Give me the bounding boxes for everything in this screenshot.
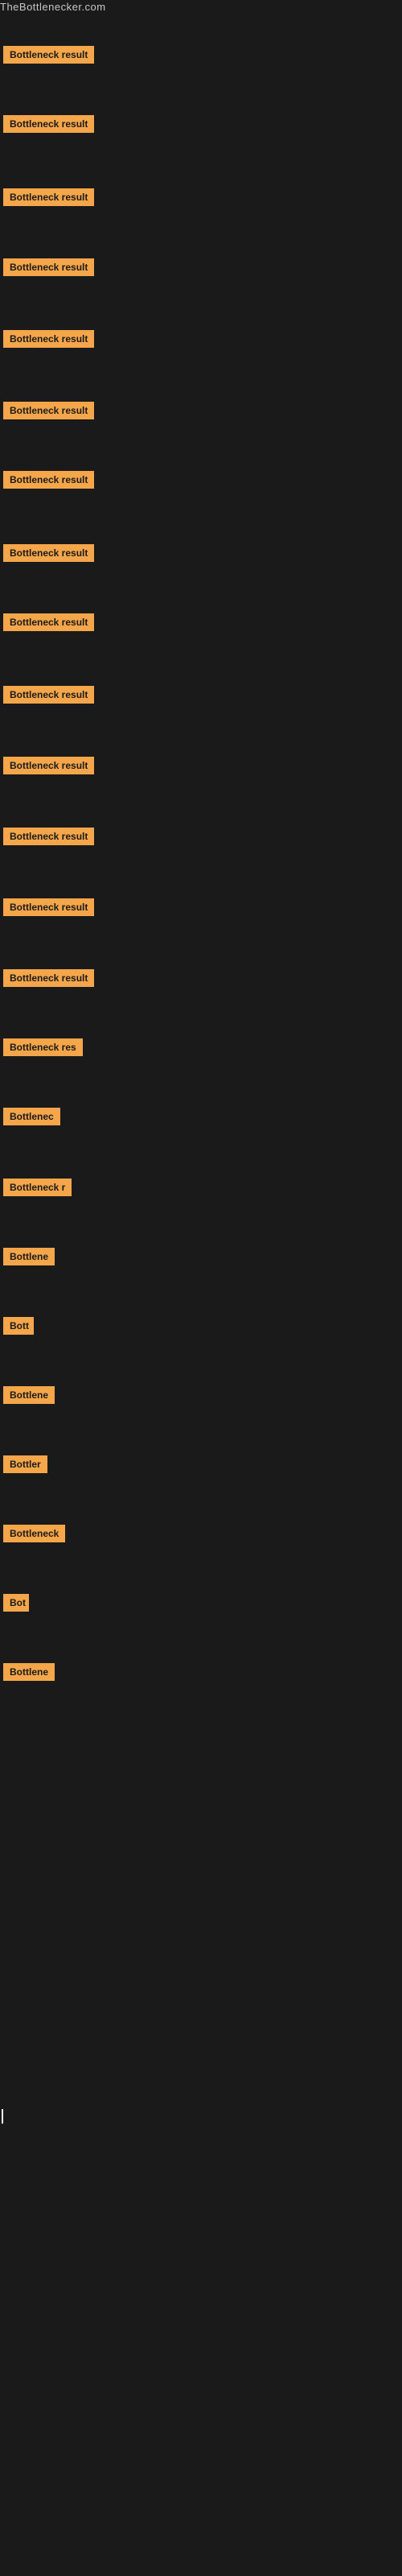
bottleneck-row: Bottleneck result: [0, 402, 94, 423]
bottleneck-row: Bott: [0, 1317, 34, 1339]
bottleneck-row: Bottleneck result: [0, 898, 94, 920]
bottleneck-label[interactable]: Bott: [3, 1317, 34, 1335]
bottleneck-label[interactable]: Bottleneck res: [3, 1038, 83, 1056]
bottleneck-label[interactable]: Bottleneck: [3, 1525, 65, 1542]
bottleneck-label[interactable]: Bottleneck result: [3, 402, 94, 419]
bottleneck-label[interactable]: Bottleneck result: [3, 828, 94, 845]
bottleneck-label[interactable]: Bottleneck result: [3, 686, 94, 704]
bottleneck-label[interactable]: Bottleneck result: [3, 613, 94, 631]
bottleneck-label[interactable]: Bottleneck result: [3, 544, 94, 562]
bottleneck-row: Bottleneck result: [0, 258, 94, 280]
bottleneck-label[interactable]: Bottleneck result: [3, 258, 94, 276]
bottleneck-row: Bottlene: [0, 1663, 55, 1685]
bottleneck-row: Bottleneck result: [0, 613, 94, 635]
bottleneck-row: Bottleneck result: [0, 115, 94, 137]
bottleneck-label[interactable]: Bottleneck r: [3, 1179, 72, 1196]
bottleneck-label[interactable]: Bottleneck result: [3, 188, 94, 206]
bottleneck-row: Bottleneck result: [0, 188, 94, 210]
bottleneck-label[interactable]: Bottleneck result: [3, 46, 94, 64]
bottleneck-row: Bottleneck r: [0, 1179, 72, 1200]
bottleneck-label[interactable]: Bottleneck result: [3, 898, 94, 916]
bottleneck-label[interactable]: Bottlenec: [3, 1108, 60, 1125]
bottleneck-label[interactable]: Bot: [3, 1594, 29, 1612]
site-header: TheBottlenecker.com: [0, 0, 402, 14]
bottleneck-label[interactable]: Bottleneck result: [3, 330, 94, 348]
bottleneck-row: Bottleneck result: [0, 46, 94, 68]
bottleneck-label[interactable]: Bottlene: [3, 1386, 55, 1404]
bottleneck-row: Bottleneck result: [0, 828, 94, 849]
bottleneck-row: Bottlene: [0, 1386, 55, 1408]
bottleneck-row: Bottleneck result: [0, 544, 94, 566]
bottleneck-row: Bottleneck result: [0, 969, 94, 991]
bottleneck-row: Bottleneck: [0, 1525, 65, 1546]
bottleneck-row: Bottler: [0, 1455, 47, 1477]
bottleneck-label[interactable]: Bottler: [3, 1455, 47, 1473]
bottleneck-label[interactable]: Bottleneck result: [3, 115, 94, 133]
bottleneck-label[interactable]: Bottleneck result: [3, 757, 94, 774]
bottleneck-label[interactable]: Bottlene: [3, 1663, 55, 1681]
bottleneck-row: Bottleneck result: [0, 471, 94, 493]
bottleneck-row: Bottleneck result: [0, 757, 94, 778]
bottleneck-label[interactable]: Bottleneck result: [3, 471, 94, 489]
bottleneck-row: Bottlene: [0, 1248, 55, 1269]
bottleneck-row: Bot: [0, 1594, 29, 1616]
bottleneck-row: Bottleneck res: [0, 1038, 83, 1060]
bottleneck-row: Bottlenec: [0, 1108, 60, 1129]
bottleneck-label[interactable]: Bottleneck result: [3, 969, 94, 987]
bottleneck-row: Bottleneck result: [0, 686, 94, 708]
bottleneck-row: Bottleneck result: [0, 330, 94, 352]
bottleneck-label[interactable]: Bottlene: [3, 1248, 55, 1265]
text-cursor: [2, 2109, 3, 2124]
